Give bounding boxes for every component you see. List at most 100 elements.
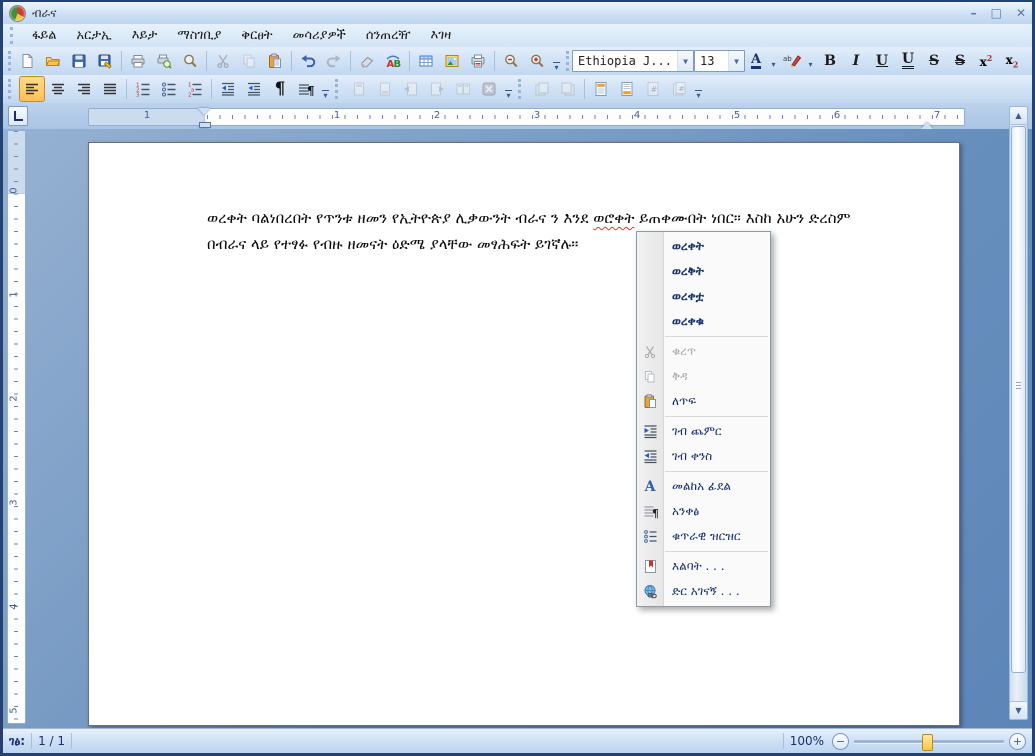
eraser-button[interactable]	[354, 48, 380, 74]
underline-button[interactable]: U	[869, 48, 895, 74]
strikethrough-button[interactable]: S	[921, 48, 947, 74]
print-icon	[131, 55, 145, 68]
zoom-out-icon	[505, 54, 518, 68]
bold-button[interactable]: B	[817, 48, 843, 74]
footer-button[interactable]	[614, 76, 640, 102]
context-indent-less[interactable]: ገብ ቀንስ	[637, 444, 770, 469]
copy-button	[236, 48, 262, 74]
context-indent-more[interactable]: ገብ ጨምር	[637, 419, 770, 444]
multilevel-list-button[interactable]: 1a2	[182, 76, 208, 102]
context-hyperlink[interactable]: ድር አገናኝ . . .	[637, 579, 770, 604]
toolbar-grip[interactable]	[10, 27, 18, 44]
scroll-up-button[interactable]: ▲	[1010, 107, 1027, 125]
align-right-button[interactable]	[71, 76, 97, 102]
font-name-combo[interactable]: Ethiopia J... ▼	[572, 50, 694, 72]
right-indent-marker[interactable]	[921, 116, 933, 129]
menu-view[interactable]: እይታ	[123, 26, 166, 45]
context-bookmark[interactable]: እልባት . . .	[637, 554, 770, 579]
toolbar-grip[interactable]	[566, 51, 569, 71]
header-button[interactable]	[588, 76, 614, 102]
menu-tools[interactable]: መሳሪያዎች	[284, 26, 355, 45]
chevron-down-icon[interactable]: ▼	[728, 51, 744, 71]
ruler-number: 2	[433, 110, 441, 121]
new-document-icon	[22, 54, 33, 68]
highlight-dropdown[interactable]: ▾	[804, 46, 817, 76]
double-underline-button[interactable]: U	[895, 48, 921, 74]
menu-file[interactable]: ፋይል	[23, 26, 66, 45]
context-font[interactable]: A መልከአ ፊደል	[637, 474, 770, 499]
zoom-in-button[interactable]: +	[1009, 732, 1026, 750]
print-button[interactable]	[125, 48, 151, 74]
menu-format[interactable]: ቅርፀት	[232, 26, 281, 45]
open-button[interactable]	[40, 48, 66, 74]
minimize-button[interactable]: –	[971, 6, 977, 20]
toolbar-overflow-button[interactable]: ▾	[319, 77, 332, 102]
spelling-suggestion[interactable]: ወረቀቁ	[637, 309, 770, 334]
new-document-button[interactable]	[14, 48, 40, 74]
cut-button	[210, 48, 236, 74]
undo-button[interactable]	[295, 48, 321, 74]
numbered-list-button[interactable]: 123	[130, 76, 156, 102]
left-indent-marker[interactable]	[199, 122, 211, 128]
toolbar-grip[interactable]	[8, 51, 11, 71]
zoom-out-button[interactable]	[498, 48, 524, 74]
insert-image-button[interactable]	[439, 48, 465, 74]
paragraph-direction-button[interactable]: ¶	[293, 76, 319, 102]
italic-button[interactable]: I	[843, 48, 869, 74]
toolbar-overflow-button[interactable]: ▾	[502, 77, 515, 102]
indent-increase-button[interactable]	[241, 76, 267, 102]
bulleted-list-button[interactable]	[156, 76, 182, 102]
zoom-in-button[interactable]	[524, 48, 550, 74]
toolbar-grip[interactable]	[518, 79, 526, 99]
indent-decrease-button[interactable]	[215, 76, 241, 102]
tab-selector-button[interactable]	[8, 106, 28, 126]
font-color-dropdown[interactable]: ▾	[767, 46, 780, 76]
toolbar-overflow-button[interactable]: ▾	[550, 49, 563, 74]
insert-table-button[interactable]	[413, 48, 439, 74]
menu-insert[interactable]: ማስገቢያ	[168, 26, 230, 45]
spellcheck-button[interactable]: AB	[380, 48, 406, 74]
toolbar-overflow-button[interactable]: ▾	[692, 77, 705, 102]
align-center-button[interactable]	[45, 76, 71, 102]
chevron-down-icon[interactable]: ▼	[677, 51, 693, 71]
save-button[interactable]	[66, 48, 92, 74]
align-left-button[interactable]	[19, 76, 45, 102]
context-paragraph[interactable]: ¶ አንቀፅ	[637, 499, 770, 524]
menu-table[interactable]: ሰንጠረዥ	[357, 26, 420, 45]
find-button[interactable]	[177, 48, 203, 74]
context-paste[interactable]: ለጥፍ	[637, 389, 770, 414]
print-layout-button[interactable]	[465, 48, 491, 74]
highlight-button[interactable]: ab	[780, 48, 804, 74]
misspelled-word[interactable]: ወሮቀት	[593, 209, 634, 227]
maximize-button[interactable]: □	[991, 6, 1002, 20]
zoom-out-button[interactable]: −	[832, 732, 849, 750]
menu-help[interactable]: እገዛ	[422, 26, 461, 45]
separator	[211, 79, 212, 99]
align-justify-button[interactable]	[97, 76, 123, 102]
zoom-value: 100%	[789, 734, 824, 748]
toolbar-grip[interactable]	[8, 79, 16, 99]
zoom-slider-thumb[interactable]	[922, 733, 933, 751]
spelling-suggestion[interactable]: ወረቅት	[637, 259, 770, 284]
scroll-down-button[interactable]: ▼	[1010, 701, 1027, 719]
font-size-combo[interactable]: 13 ▼	[694, 50, 745, 72]
save-as-button[interactable]	[92, 48, 118, 74]
superscript-button[interactable]: x2	[973, 48, 999, 74]
paste-button[interactable]	[262, 48, 288, 74]
double-strikethrough-button[interactable]: S	[947, 48, 973, 74]
show-paragraph-marks-button[interactable]: ¶	[267, 76, 293, 102]
zoom-slider-track[interactable]	[854, 733, 1004, 751]
grow-font-button[interactable]: A	[1025, 48, 1032, 74]
document-page[interactable]: ወረቀት ባልነበረበት የጥንቱ ዘመን የኢትዮጵያ ሊቃውንት ብራና ን…	[88, 142, 960, 726]
footer-icon	[621, 82, 633, 96]
menu-edit[interactable]: አርታኢ	[68, 26, 121, 45]
close-button[interactable]: ✕	[1016, 6, 1026, 20]
spelling-suggestion[interactable]: ወረቀት	[637, 234, 770, 259]
scrollbar-thumb[interactable]	[1011, 126, 1026, 673]
spelling-suggestion[interactable]: ወረቀቷ	[637, 284, 770, 309]
font-color-button[interactable]: A	[745, 48, 767, 74]
toolbar-grip[interactable]	[335, 79, 343, 99]
context-numbered-list[interactable]: ቁጥራዊ ዝርዝር	[637, 524, 770, 549]
print-preview-button[interactable]	[151, 48, 177, 74]
subscript-button[interactable]: x2	[999, 48, 1025, 74]
